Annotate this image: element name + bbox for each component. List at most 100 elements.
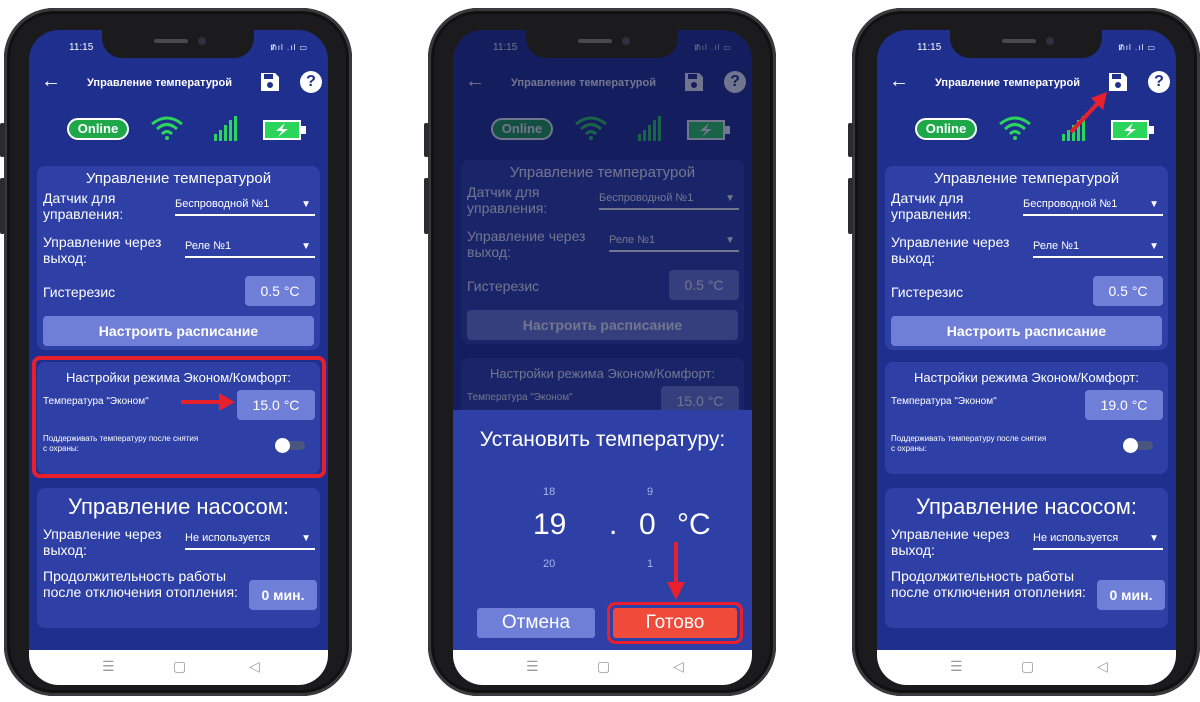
notch — [102, 30, 254, 58]
battery-charging-icon — [263, 120, 306, 140]
picker-fraction-value[interactable]: 0 — [639, 508, 656, 542]
card-title: Управление насосом: — [68, 494, 289, 519]
sensor-value: Беспроводной №1 — [1023, 198, 1118, 210]
picker-integer-prev[interactable]: 18 — [543, 486, 555, 498]
chevron-down-icon: ▼ — [1149, 533, 1159, 544]
system-nav-bar: ☰ ▢ ◁ — [29, 650, 328, 685]
maintain-temp-label: Поддерживать температуру после снятия с … — [891, 434, 1047, 453]
status-icons: ᵺıl .ıl ▭ — [1118, 42, 1156, 52]
pump-control-card: Управление насосом: Управление через вых… — [37, 488, 320, 628]
picker-fraction-next[interactable]: 1 — [647, 558, 653, 570]
phone-screen: 11:15 ᵺıl .ıl ▭ ← Управление температуро… — [453, 30, 752, 685]
chevron-down-icon: ▼ — [1149, 241, 1159, 252]
system-nav-bar: ☰ ▢ ◁ — [877, 650, 1176, 685]
output-dropdown[interactable]: Реле №1 ▼ — [185, 236, 315, 258]
back-icon[interactable]: ◁ — [673, 658, 684, 675]
back-icon[interactable]: ◁ — [1097, 658, 1108, 675]
volume-button — [848, 123, 853, 157]
pump-output-label: Управление через выход: — [43, 526, 162, 558]
card-title: Управление температурой — [85, 170, 272, 187]
card-title: Управление температурой — [933, 170, 1120, 187]
power-button — [424, 178, 429, 234]
set-temperature-dialog: Установить температуру: 18 19 20 . 9 0 1… — [453, 410, 752, 650]
status-time: 11:15 — [69, 41, 94, 53]
power-button — [0, 178, 5, 234]
toggle-knob — [1123, 438, 1138, 453]
output-label: Управление через выход: — [43, 234, 162, 266]
pump-duration-value[interactable]: 0 мин. — [249, 580, 317, 610]
sensor-label: Датчик для управления: — [43, 190, 124, 222]
signal-icon — [214, 116, 237, 141]
menu-icon[interactable]: ☰ — [950, 658, 963, 675]
wifi-icon — [151, 116, 183, 140]
red-arrow-icon — [1069, 92, 1107, 134]
chevron-down-icon: ▼ — [301, 199, 311, 210]
status-icons: ᵺıl .ıl ▭ — [270, 42, 308, 52]
pump-output-value: Не используется — [185, 532, 271, 544]
schedule-button[interactable]: Настроить расписание — [891, 316, 1162, 346]
picker-fraction-prev[interactable]: 9 — [647, 486, 653, 498]
maintain-temp-toggle[interactable] — [1123, 438, 1153, 453]
home-icon[interactable]: ▢ — [597, 658, 610, 675]
volume-button — [424, 123, 429, 157]
chevron-down-icon: ▼ — [301, 533, 311, 544]
econom-temp-value[interactable]: 19.0 °С — [1085, 390, 1163, 420]
back-arrow-icon[interactable]: ← — [889, 70, 909, 93]
system-nav-bar: ☰ ▢ ◁ — [453, 650, 752, 685]
phone-frame: 11:15 ᵺıl .ıl ▭ ← Управление температуро… — [424, 8, 776, 696]
page-title: Управление температурой — [87, 77, 232, 89]
hysteresis-label: Гистерезис — [43, 284, 116, 300]
device-status-row: Online — [877, 114, 1176, 142]
done-button[interactable]: Готово — [613, 608, 737, 638]
schedule-button[interactable]: Настроить расписание — [43, 316, 314, 346]
online-badge: Online — [67, 118, 129, 140]
menu-icon[interactable]: ☰ — [102, 658, 115, 675]
menu-icon[interactable]: ☰ — [526, 658, 539, 675]
save-icon[interactable] — [259, 71, 281, 93]
output-label: Управление через выход: — [891, 234, 1010, 266]
status-time: 11:15 — [917, 41, 942, 53]
pump-output-dropdown[interactable]: Не используется ▼ — [1033, 528, 1163, 550]
sensor-dropdown[interactable]: Беспроводной №1 ▼ — [175, 194, 315, 216]
red-arrow-icon — [181, 393, 235, 411]
back-icon[interactable]: ◁ — [249, 658, 260, 675]
temperature-control-card: Управление температурой Датчик для управ… — [885, 166, 1168, 350]
pump-duration-label: Продолжительность работы после отключени… — [891, 568, 1086, 600]
device-status-row: Online — [29, 114, 328, 142]
page-title: Управление температурой — [935, 77, 1080, 89]
card-title: Настройки режима Эконом/Комфорт: — [914, 370, 1139, 385]
pump-control-card: Управление насосом: Управление через вых… — [885, 488, 1168, 628]
pump-output-label: Управление через выход: — [891, 526, 1010, 558]
home-icon[interactable]: ▢ — [173, 658, 186, 675]
picker-integer-next[interactable]: 20 — [543, 558, 555, 570]
sensor-dropdown[interactable]: Беспроводной №1 ▼ — [1023, 194, 1163, 216]
chevron-down-icon: ▼ — [301, 241, 311, 252]
pump-output-dropdown[interactable]: Не используется ▼ — [185, 528, 315, 550]
picker-unit: °С — [677, 508, 711, 541]
help-icon[interactable]: ? — [1148, 71, 1170, 93]
hysteresis-value[interactable]: 0.5 °С — [1093, 276, 1163, 306]
highlight-frame — [32, 356, 326, 478]
output-dropdown[interactable]: Реле №1 ▼ — [1033, 236, 1163, 258]
red-arrow-icon — [667, 542, 685, 600]
home-icon[interactable]: ▢ — [1021, 658, 1034, 675]
picker-integer-value[interactable]: 19 — [533, 508, 566, 542]
output-value: Реле №1 — [1033, 240, 1080, 252]
hysteresis-value[interactable]: 0.5 °С — [245, 276, 315, 306]
phone-screen: 11:15 ᵺıl .ıl ▭ ← Управление температуро… — [877, 30, 1176, 685]
app-bar: ← Управление температурой ? — [29, 68, 328, 100]
pump-duration-value[interactable]: 0 мин. — [1097, 580, 1165, 610]
app-bar: ← Управление температурой ? — [877, 68, 1176, 100]
econom-comfort-card: Настройки режима Эконом/Комфорт: Темпера… — [885, 362, 1168, 474]
temperature-control-card: Управление температурой Датчик для управ… — [37, 166, 320, 350]
help-icon[interactable]: ? — [300, 71, 322, 93]
picker-separator: . — [609, 508, 618, 541]
pump-duration-label: Продолжительность работы после отключени… — [43, 568, 238, 600]
online-badge: Online — [915, 118, 977, 140]
notch — [950, 30, 1102, 58]
back-arrow-icon[interactable]: ← — [41, 70, 61, 93]
battery-charging-icon — [1111, 120, 1154, 140]
phone-frame: 11:15 ᵺıl .ıl ▭ ← Управление температуро… — [0, 8, 352, 696]
cancel-button[interactable]: Отмена — [477, 608, 595, 638]
phone-frame: 11:15 ᵺıl .ıl ▭ ← Управление температуро… — [848, 8, 1200, 696]
